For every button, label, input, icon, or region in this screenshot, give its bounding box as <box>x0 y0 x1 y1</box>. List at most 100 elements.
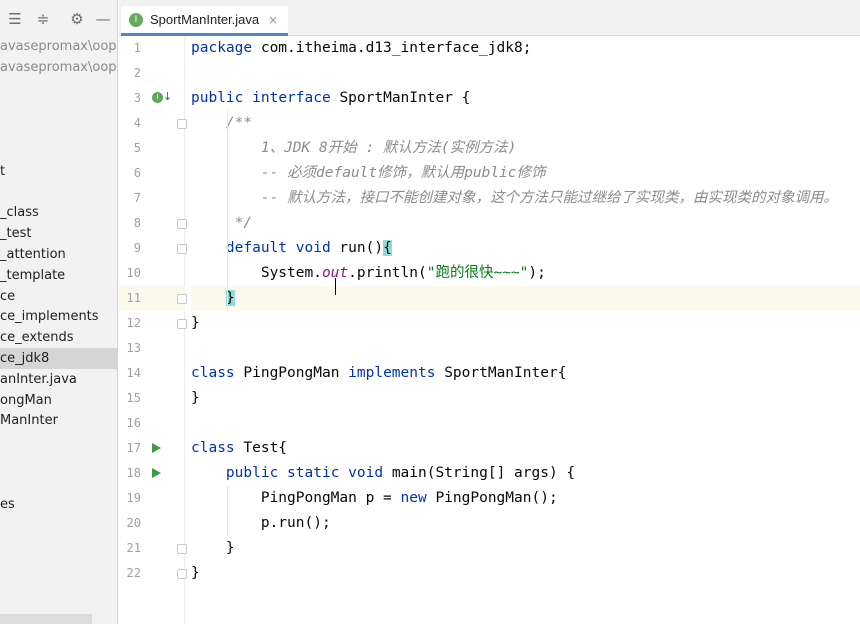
code-line[interactable] <box>191 411 860 436</box>
tree-item[interactable]: t <box>0 161 117 182</box>
expand-all-icon[interactable]: ≑ <box>34 10 52 28</box>
indent-guide <box>227 111 228 311</box>
gear-icon[interactable]: ⚙ <box>68 10 86 28</box>
code-line[interactable]: */ <box>191 211 860 236</box>
token-kw: package <box>191 40 253 56</box>
collapse-all-icon[interactable]: ☰ <box>6 10 24 28</box>
line-number: 4 <box>133 116 141 130</box>
tree-item[interactable]: _class <box>0 202 117 223</box>
token: Test{ <box>243 440 288 456</box>
line-number: 3 <box>133 91 141 105</box>
implemented-icon[interactable]: I <box>152 92 163 103</box>
tree-item[interactable]: ce_extends <box>0 327 117 348</box>
token: } <box>191 540 235 556</box>
code-line[interactable]: public interface SportManInter { <box>191 86 860 111</box>
token: PingPongMan p = <box>191 490 401 506</box>
token-kw: void <box>348 465 384 481</box>
token-kw: public <box>191 90 244 106</box>
run-icon[interactable] <box>152 468 161 478</box>
fold-icon[interactable] <box>177 544 187 554</box>
token-cm: -- 默认方法，接口不能创建对象，这个方法只能过继给了实现类，由实现类的对象调用… <box>260 190 839 206</box>
code-line[interactable]: System.out.println("跑的很快~~~"); <box>191 261 860 286</box>
tree-item[interactable]: avasepromax\oop-a <box>0 57 117 78</box>
tree-item[interactable]: ManInter <box>0 410 117 431</box>
tree-item[interactable]: anInter.java <box>0 369 117 390</box>
line-number: 20 <box>126 516 141 530</box>
code-line[interactable]: 1、JDK 8开始 : 默认方法(实例方法) <box>191 136 860 161</box>
tree-item[interactable]: ce_implements <box>0 306 117 327</box>
fold-icon[interactable] <box>177 219 187 229</box>
token-str: "跑的很快~~~" <box>426 265 529 281</box>
code-line[interactable]: class Test{ <box>191 436 860 461</box>
fold-icon[interactable] <box>177 319 187 329</box>
tree-item[interactable]: ce_jdk8 <box>0 348 117 369</box>
code-line[interactable]: -- 默认方法，接口不能创建对象，这个方法只能过继给了实现类，由实现类的对象调用… <box>191 186 860 211</box>
code-line[interactable]: default void run(){ <box>191 236 860 261</box>
line-number: 2 <box>133 66 141 80</box>
token: run() <box>339 240 384 256</box>
project-toolbar: ☰ ≑ ⚙ — <box>0 0 117 36</box>
code-line[interactable] <box>191 61 860 86</box>
token-kw: default <box>225 240 288 256</box>
token: System. <box>191 265 322 281</box>
line-number: 21 <box>126 541 141 555</box>
line-number: 6 <box>133 166 141 180</box>
code-line[interactable]: } <box>191 561 860 586</box>
line-number: 11 <box>126 291 141 305</box>
tree-item[interactable]: _test <box>0 223 117 244</box>
code-editor[interactable]: 1 2 3 4 5 6 7 8 9 10 11 12 13 14 15 16 17 18 19 20 21 22 I ↓ pa… <box>119 36 860 624</box>
fold-icon[interactable] <box>177 569 187 579</box>
arrow-down-icon: ↓ <box>163 90 173 103</box>
line-number: 13 <box>126 341 141 355</box>
token-kw: static <box>287 465 340 481</box>
code-line[interactable]: class PingPongMan implements SportManInt… <box>191 361 860 386</box>
tree-item[interactable]: _template <box>0 265 117 286</box>
code-line[interactable]: p.run(); <box>191 511 860 536</box>
code-line[interactable]: } <box>191 536 860 561</box>
interface-file-icon: I <box>129 12 143 27</box>
code-line[interactable]: } <box>191 311 860 336</box>
token-kw: class <box>191 365 235 381</box>
code-line[interactable]: -- 必须default修饰，默认用public修饰 <box>191 161 860 186</box>
tree-item[interactable]: avasepromax\oop-a <box>0 36 117 57</box>
horizontal-scrollbar[interactable] <box>0 614 92 624</box>
token: } <box>191 315 200 331</box>
mouse-ibeam-cursor <box>335 278 336 295</box>
token: PingPongMan(); <box>435 490 558 506</box>
close-icon[interactable]: × <box>268 13 278 27</box>
fold-icon[interactable] <box>177 119 187 129</box>
code-line[interactable]: package com.itheima.d13_interface_jdk8; <box>191 36 860 61</box>
fold-icon[interactable] <box>177 294 187 304</box>
token: SportManInter { <box>339 90 471 106</box>
tree-item[interactable]: es <box>0 494 117 515</box>
code-line[interactable]: /** <box>191 111 860 136</box>
tree-item[interactable]: ongMan <box>0 390 117 411</box>
token-kw: new <box>400 490 427 506</box>
token-cm: /** <box>225 115 253 131</box>
run-icon[interactable] <box>152 443 161 453</box>
tree-item[interactable]: ce <box>0 286 117 307</box>
token-cm: */ <box>234 215 253 231</box>
code-line[interactable]: PingPongMan p = new PingPongMan(); <box>191 486 860 511</box>
code-line[interactable]: public static void main(String[] args) { <box>191 461 860 486</box>
tree-item[interactable]: _attention <box>0 244 117 265</box>
minimize-icon[interactable]: — <box>94 10 112 28</box>
token-kw: void <box>295 240 331 256</box>
line-number: 14 <box>126 366 141 380</box>
token: .println( <box>348 265 427 281</box>
token: main(String[] args) { <box>391 465 576 481</box>
tab-sportmaninter-java[interactable]: I SportManInter.java × <box>121 6 289 36</box>
fold-icon[interactable] <box>177 244 187 254</box>
code-line[interactable]: } <box>191 386 860 411</box>
code-area[interactable]: package com.itheima.d13_interface_jdk8; p… <box>191 36 860 624</box>
token-cm: -- 必须default修饰，默认用public修饰 <box>260 165 546 181</box>
code-line[interactable]: } <box>191 286 860 311</box>
code-line[interactable] <box>191 336 860 361</box>
